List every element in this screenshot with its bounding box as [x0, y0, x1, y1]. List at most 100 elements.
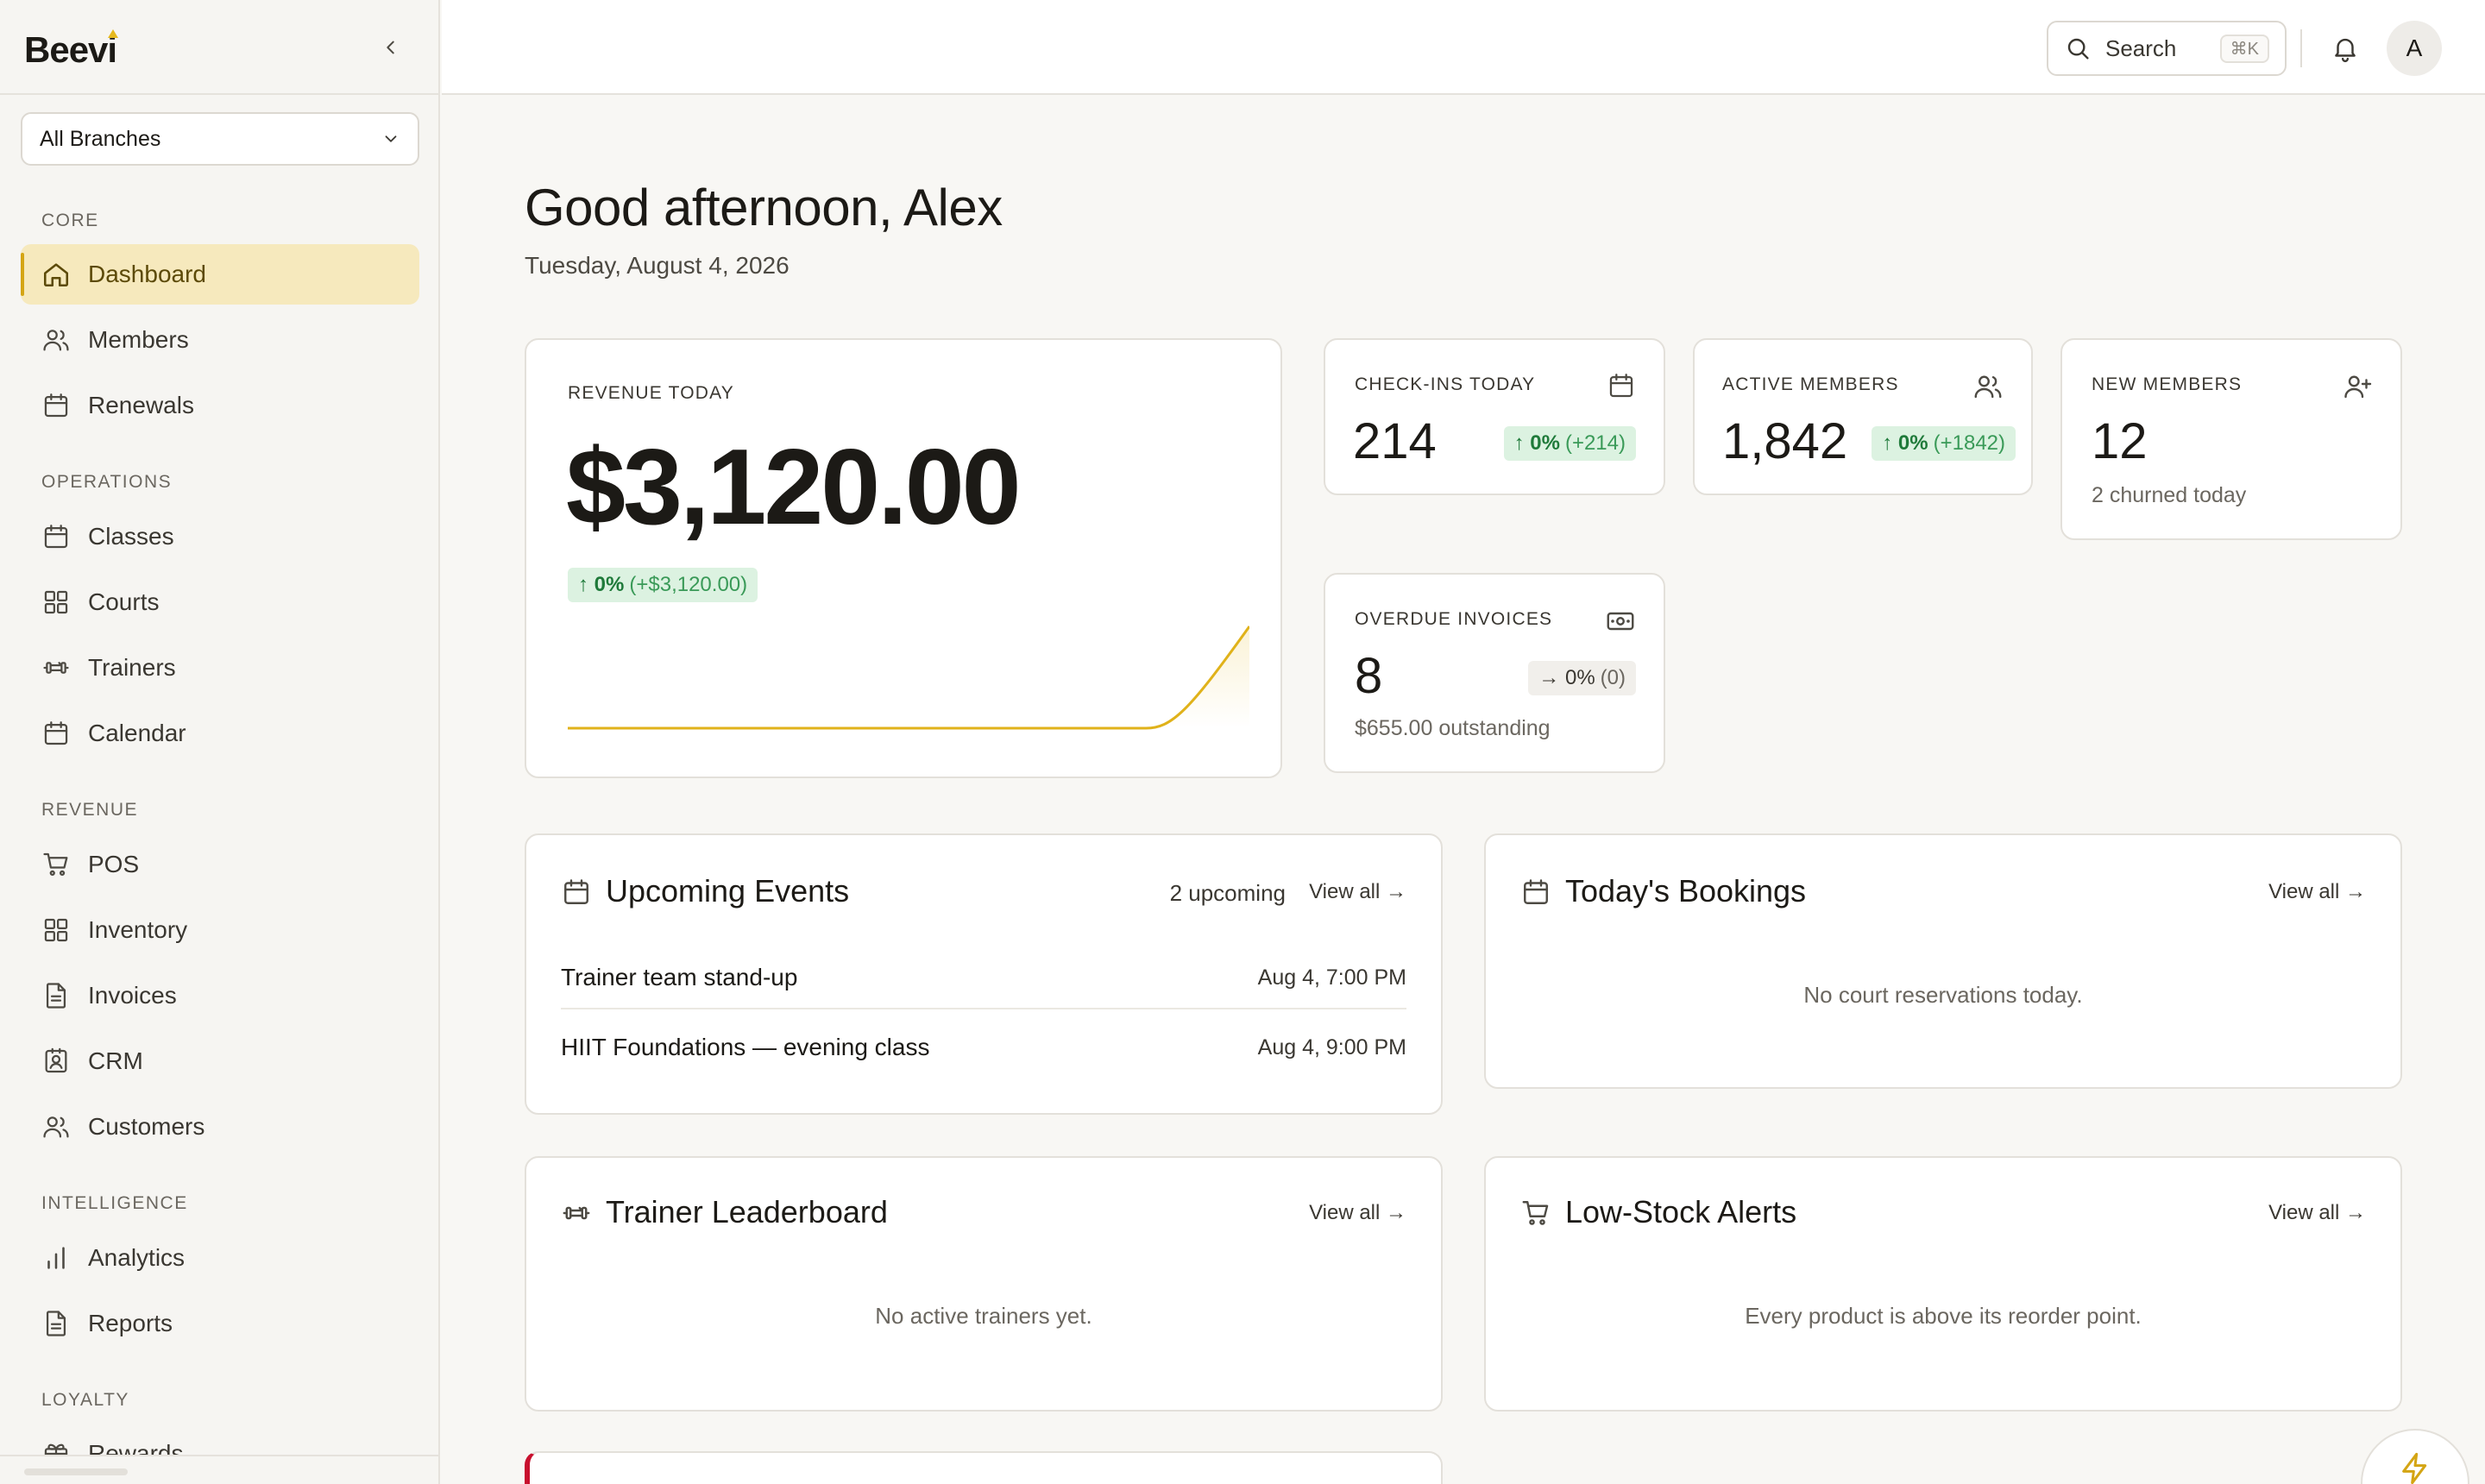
event-time: Aug 4, 7:00 PM — [1257, 965, 1406, 990]
home-icon — [43, 263, 69, 287]
sidebar-item-trainers[interactable]: Trainers — [21, 638, 419, 698]
sidebar: Beevi All Branches CORE Dashboard Member… — [0, 0, 440, 1484]
checkins-value: 214 — [1353, 413, 1437, 469]
active-members-change-badge: ↑ 0% (+1842) — [1872, 426, 2016, 461]
upcoming-events-view-all-link[interactable]: View all → — [1309, 880, 1406, 904]
alert-panel-partial — [525, 1451, 1443, 1484]
todays-bookings-title: Today's Bookings — [1565, 873, 1807, 909]
sidebar-item-crm[interactable]: CRM — [21, 1031, 419, 1091]
topbar: Search ⌘K A — [442, 0, 2485, 95]
calendar-icon — [44, 525, 68, 549]
checkins-change-badge: ↑ 0% (+214) — [1503, 426, 1636, 461]
checkins-label: CHECK-INS TODAY — [1355, 374, 1536, 394]
sidebar-footer-handle — [24, 1468, 128, 1475]
sidebar-item-customers[interactable]: Customers — [21, 1097, 419, 1157]
trainer-leaderboard-empty: No active trainers yet. — [875, 1303, 1092, 1329]
sidebar-item-label: Courts — [88, 588, 160, 615]
dumbbell-icon — [43, 662, 69, 674]
chevron-down-icon — [385, 135, 397, 142]
collapse-sidebar-button[interactable] — [376, 33, 406, 62]
sidebar-item-label: Trainers — [88, 654, 176, 681]
sidebar-item-courts[interactable]: Courts — [21, 572, 419, 632]
calendar-icon — [1524, 879, 1548, 904]
sidebar-item-dashboard[interactable]: Dashboard — [21, 244, 419, 305]
checkins-change-pct: ↑ 0% — [1513, 431, 1560, 455]
overdue-change-pct: → 0% — [1538, 666, 1595, 689]
user-plus-icon — [2344, 375, 2372, 399]
sidebar-item-label: Customers — [88, 1113, 205, 1140]
list-item[interactable]: HIIT Foundations — evening class Aug 4, … — [561, 1023, 1406, 1072]
event-name: Trainer team stand-up — [561, 964, 798, 990]
sidebar-item-analytics[interactable]: Analytics — [21, 1228, 419, 1288]
overdue-invoices-value: 8 — [1355, 648, 1383, 704]
sidebar-header: Beevi — [0, 0, 438, 95]
revenue-label: REVENUE TODAY — [568, 383, 734, 403]
checkins-card[interactable]: CHECK-INS TODAY 214 ↑ 0% (+214) — [1324, 338, 1665, 495]
list-item[interactable]: Trainer team stand-up Aug 4, 7:00 PM — [561, 954, 1406, 1001]
new-members-label: NEW MEMBERS — [2092, 374, 2243, 394]
calendar-icon — [44, 721, 68, 745]
cart-icon — [1522, 1201, 1549, 1225]
users-icon — [1974, 375, 2002, 399]
todays-bookings-view-all-link[interactable]: View all → — [2268, 880, 2366, 904]
sidebar-item-calendar[interactable]: Calendar — [21, 703, 419, 764]
upcoming-events-panel: Upcoming Events 2 upcoming View all → Tr… — [525, 833, 1443, 1115]
dumbbell-icon — [563, 1206, 590, 1220]
sidebar-item-label: Classes — [88, 523, 174, 550]
sidebar-item-renewals[interactable]: Renewals — [21, 375, 419, 436]
notifications-button[interactable] — [2328, 31, 2362, 66]
sidebar-item-inventory[interactable]: Inventory — [21, 900, 419, 960]
event-time: Aug 4, 9:00 PM — [1257, 1034, 1406, 1060]
sidebar-item-label: Invoices — [88, 982, 177, 1009]
sidebar-item-label: Analytics — [88, 1244, 186, 1271]
topbar-divider — [2300, 29, 2302, 67]
lightning-icon — [2402, 1452, 2427, 1484]
logo-accent — [108, 29, 118, 38]
sidebar-item-invoices[interactable]: Invoices — [21, 965, 419, 1026]
chevron-left-icon — [387, 41, 394, 54]
sidebar-item-label: Dashboard — [88, 261, 206, 287]
search-button[interactable]: Search ⌘K — [2047, 21, 2287, 76]
sidebar-item-label: Members — [88, 326, 189, 353]
active-members-value: 1,842 — [1722, 413, 1848, 469]
banknote-icon — [1607, 612, 1634, 631]
revenue-card[interactable]: REVENUE TODAY $3,120.00 ↑ 0% (+$3,120.00… — [525, 338, 1282, 778]
bell-icon — [2335, 38, 2356, 63]
active-members-change-delta: (+1842) — [1933, 431, 2005, 455]
revenue-sparkline-line — [568, 626, 1249, 730]
active-members-card[interactable]: ACTIVE MEMBERS 1,842 ↑ 0% (+1842) — [1693, 338, 2033, 495]
new-members-card[interactable]: NEW MEMBERS 12 2 churned today — [2060, 338, 2402, 540]
sidebar-item-pos[interactable]: POS — [21, 834, 419, 895]
sidebar-item-label: Reports — [88, 1310, 173, 1336]
avatar[interactable]: A — [2387, 21, 2442, 76]
sidebar-item-reports[interactable]: Reports — [21, 1293, 419, 1354]
logo: Beevi — [24, 29, 117, 70]
section-label-operations: OPERATIONS — [41, 472, 173, 492]
sidebar-item-classes[interactable]: Classes — [21, 506, 419, 567]
overdue-invoices-card[interactable]: OVERDUE INVOICES 8 → 0% (0) $655.00 outs… — [1324, 573, 1665, 773]
sidebar-item-label: CRM — [88, 1047, 143, 1074]
overdue-change-delta: (0) — [1600, 666, 1626, 689]
revenue-change-badge: ↑ 0% (+$3,120.00) — [568, 568, 758, 602]
low-stock-alerts-view-all-link[interactable]: View all → — [2268, 1201, 2366, 1225]
low-stock-alerts-panel: Low-Stock Alerts View all → Every produc… — [1484, 1156, 2402, 1412]
sidebar-item-label: Inventory — [88, 916, 188, 943]
trainer-leaderboard-panel: Trainer Leaderboard View all → No active… — [525, 1156, 1443, 1412]
quick-action-button[interactable] — [2361, 1429, 2469, 1484]
revenue-change-pct: ↑ 0% — [578, 573, 625, 596]
trainer-leaderboard-title: Trainer Leaderboard — [606, 1194, 888, 1229]
section-label-intelligence: INTELLIGENCE — [41, 1193, 188, 1213]
search-shortcut: ⌘K — [2219, 34, 2269, 63]
grid-icon — [44, 918, 68, 942]
branch-select[interactable]: All Branches — [21, 112, 419, 166]
sidebar-item-members[interactable]: Members — [21, 310, 419, 370]
overdue-invoices-sub: $655.00 outstanding — [1355, 716, 1551, 740]
upcoming-events-count: 2 upcoming — [1169, 880, 1286, 906]
upcoming-events-title: Upcoming Events — [606, 873, 850, 909]
page-date: Tuesday, August 4, 2026 — [525, 252, 790, 279]
section-label-revenue: REVENUE — [41, 800, 139, 820]
trainer-leaderboard-view-all-link[interactable]: View all → — [1309, 1201, 1406, 1225]
revenue-sparkline — [568, 626, 1249, 730]
revenue-change-delta: (+$3,120.00) — [629, 573, 748, 596]
document-icon — [46, 1311, 66, 1336]
